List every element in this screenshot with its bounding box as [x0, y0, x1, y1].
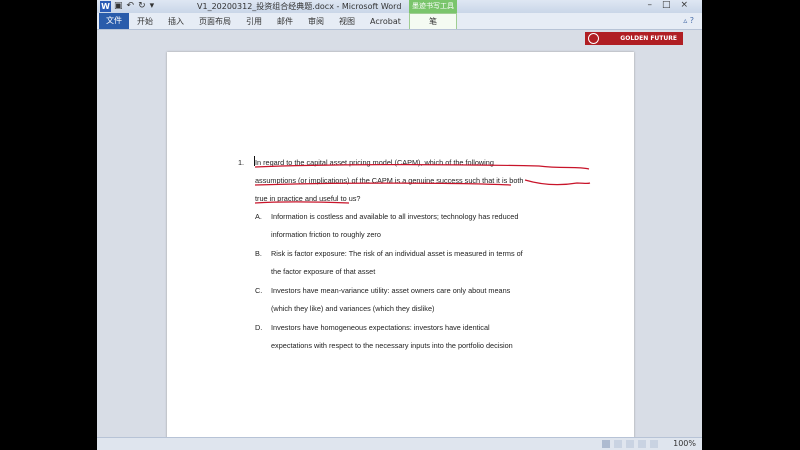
ink-underline: [254, 182, 512, 186]
quick-access-toolbar: ▣ ↶ ↻ ▾: [114, 1, 158, 11]
logo-seal-icon: [588, 33, 599, 44]
document-area[interactable]: GOLDEN FUTURE 1. In regard to the capita…: [97, 30, 702, 450]
print-layout-icon: [602, 440, 610, 448]
draft-icon: [650, 440, 658, 448]
customize-qat-icon[interactable]: ▾: [150, 1, 155, 11]
window-controls: –□×: [647, 0, 698, 10]
full-screen-icon: [614, 440, 622, 448]
maximize-icon[interactable]: □: [662, 0, 681, 10]
ink-tools-context-tab[interactable]: 墨迹书写工具: [409, 0, 457, 13]
ink-underline: [254, 164, 590, 170]
help-icon[interactable]: ?: [690, 16, 694, 25]
ribbon-tab-bar: 文件 开始 插入 页面布局 引用 邮件 审阅 视图 Acrobat 笔 ▵ ?: [97, 13, 702, 30]
window-title: V1_20200312_投资组合经典题.docx - Microsoft Wor…: [197, 2, 402, 11]
tab-references[interactable]: 引用: [246, 17, 262, 26]
zoom-level[interactable]: 100%: [673, 439, 696, 448]
word-window: W ▣ ↶ ↻ ▾ V1_20200312_投资组合经典题.docx - Micros…: [97, 0, 702, 450]
ribbon-minimize-icon[interactable]: ▵: [683, 16, 687, 25]
tab-page-layout[interactable]: 页面布局: [199, 17, 231, 26]
logo-text: GOLDEN FUTURE: [620, 35, 677, 42]
outline-icon: [638, 440, 646, 448]
tab-home[interactable]: 开始: [137, 17, 153, 26]
minimize-icon[interactable]: –: [647, 0, 662, 10]
close-icon[interactable]: ×: [680, 0, 698, 10]
view-buttons[interactable]: [602, 440, 662, 448]
save-icon[interactable]: ▣: [114, 1, 123, 11]
tab-view[interactable]: 视图: [339, 17, 355, 26]
word-app-icon[interactable]: W: [100, 1, 111, 12]
title-bar: W ▣ ↶ ↻ ▾ V1_20200312_投资组合经典题.docx - Micros…: [97, 0, 702, 13]
ink-underline: [254, 201, 350, 204]
tab-review[interactable]: 审阅: [308, 17, 324, 26]
status-bar: 100%: [97, 437, 702, 450]
tab-insert[interactable]: 插入: [168, 17, 184, 26]
tab-mailings[interactable]: 邮件: [277, 17, 293, 26]
header-logo: GOLDEN FUTURE: [585, 32, 683, 45]
document-page[interactable]: 1. In regard to the capital asset pricin…: [167, 52, 634, 450]
file-tab[interactable]: 文件: [99, 13, 129, 29]
tab-acrobat[interactable]: Acrobat: [370, 17, 401, 26]
web-layout-icon: [626, 440, 634, 448]
ink-underline: [524, 179, 591, 186]
ribbon-tabs: 开始 插入 页面布局 引用 邮件 审阅 视图 Acrobat: [137, 16, 416, 27]
tab-pen[interactable]: 笔: [409, 13, 457, 29]
ink-annotations: [254, 164, 591, 204]
redo-icon[interactable]: ↻: [138, 1, 146, 11]
ribbon-controls: ▵ ?: [683, 16, 694, 25]
undo-icon[interactable]: ↶: [127, 1, 135, 11]
